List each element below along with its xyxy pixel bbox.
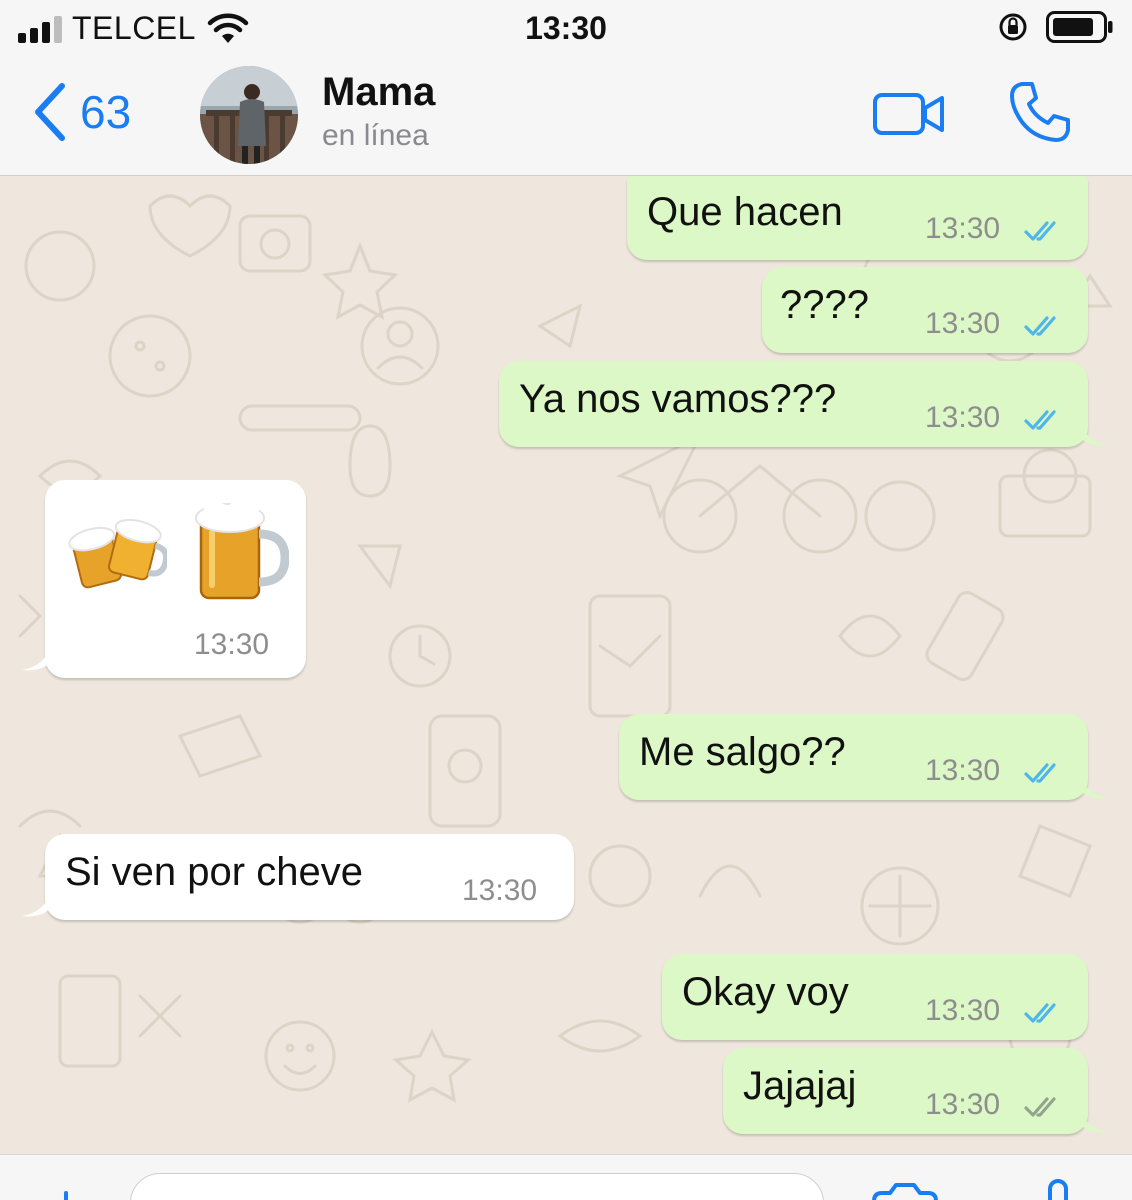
contact-info[interactable]: Mama en línea (322, 70, 435, 153)
status-time: 13:30 (525, 10, 607, 46)
message-bubble-outgoing[interactable]: Me salgo?? 13:30 (619, 714, 1088, 800)
battery-icon (1046, 11, 1113, 43)
unread-count: 63 (80, 86, 132, 138)
chat-area[interactable]: Que hacen 13:30 ???? 13:30 Ya nos vamos?… (0, 176, 1132, 1154)
double-check-icon (1024, 1097, 1056, 1117)
avatar-photo (200, 66, 298, 164)
bubble-tail (1080, 423, 1108, 446)
clinking-beer-mugs-emoji (68, 518, 167, 589)
message-time: 13:30 (925, 401, 1001, 434)
message-time: 13:30 (925, 754, 1001, 787)
status-bar: TELCEL 13:30 (0, 0, 1132, 58)
avatar[interactable] (200, 66, 298, 164)
double-check-icon (1024, 763, 1056, 783)
message-text: Que hacen (647, 190, 843, 234)
message-bubble-outgoing[interactable]: Ya nos vamos??? 13:30 (499, 361, 1088, 447)
bubble-tail (1080, 776, 1108, 799)
status-right (998, 10, 1114, 44)
message-time: 13:30 (925, 212, 1001, 245)
microphone-icon[interactable] (1038, 1175, 1078, 1200)
double-check-icon (1024, 221, 1056, 241)
message-time: 13:30 (925, 994, 1001, 1027)
orientation-lock-icon (999, 13, 1027, 41)
message-time: 13:30 (462, 874, 538, 907)
message-time: 13:30 (194, 628, 270, 661)
message-bubble-outgoing[interactable]: ???? 13:30 (762, 267, 1088, 353)
contact-status: en línea (322, 119, 429, 152)
message-bubble-outgoing[interactable]: Jajajaj 13:30 (723, 1048, 1088, 1134)
bubble-tail (1080, 1110, 1108, 1133)
chat-header: 63 Mama en línea (0, 58, 1132, 176)
message-bubble-outgoing[interactable]: Que hacen 13:30 (627, 176, 1088, 260)
bubble-tail (22, 648, 50, 671)
message-input-bar (0, 1154, 1132, 1200)
message-bubble-incoming[interactable]: Si ven por cheve 13:30 (45, 834, 574, 920)
contact-name: Mama (322, 70, 436, 114)
message-text: Me salgo?? (639, 730, 846, 774)
phone-icon[interactable] (1008, 80, 1072, 144)
video-camera-icon[interactable] (872, 90, 946, 138)
message-time: 13:30 (925, 307, 1001, 340)
back-button[interactable]: 63 (30, 80, 131, 144)
double-check-icon (1024, 410, 1056, 430)
double-check-icon (1024, 1003, 1056, 1023)
bubble-tail (22, 894, 50, 917)
chevron-left-icon (35, 83, 65, 141)
message-bubble-outgoing[interactable]: Okay voy 13:30 (662, 954, 1088, 1040)
message-text: Ya nos vamos??? (519, 377, 837, 421)
plus-icon[interactable] (56, 1183, 76, 1200)
message-input[interactable] (130, 1173, 824, 1200)
camera-icon[interactable] (870, 1179, 940, 1200)
message-text: ???? (780, 283, 869, 327)
message-text: Jajajaj (743, 1064, 857, 1108)
beer-mug-emoji (195, 500, 289, 600)
message-time: 13:30 (925, 1088, 1001, 1121)
message-text: Si ven por cheve (65, 850, 363, 894)
double-check-icon (1024, 316, 1056, 336)
message-bubble-incoming[interactable]: 13:30 (45, 480, 306, 678)
message-text: Okay voy (682, 970, 849, 1014)
